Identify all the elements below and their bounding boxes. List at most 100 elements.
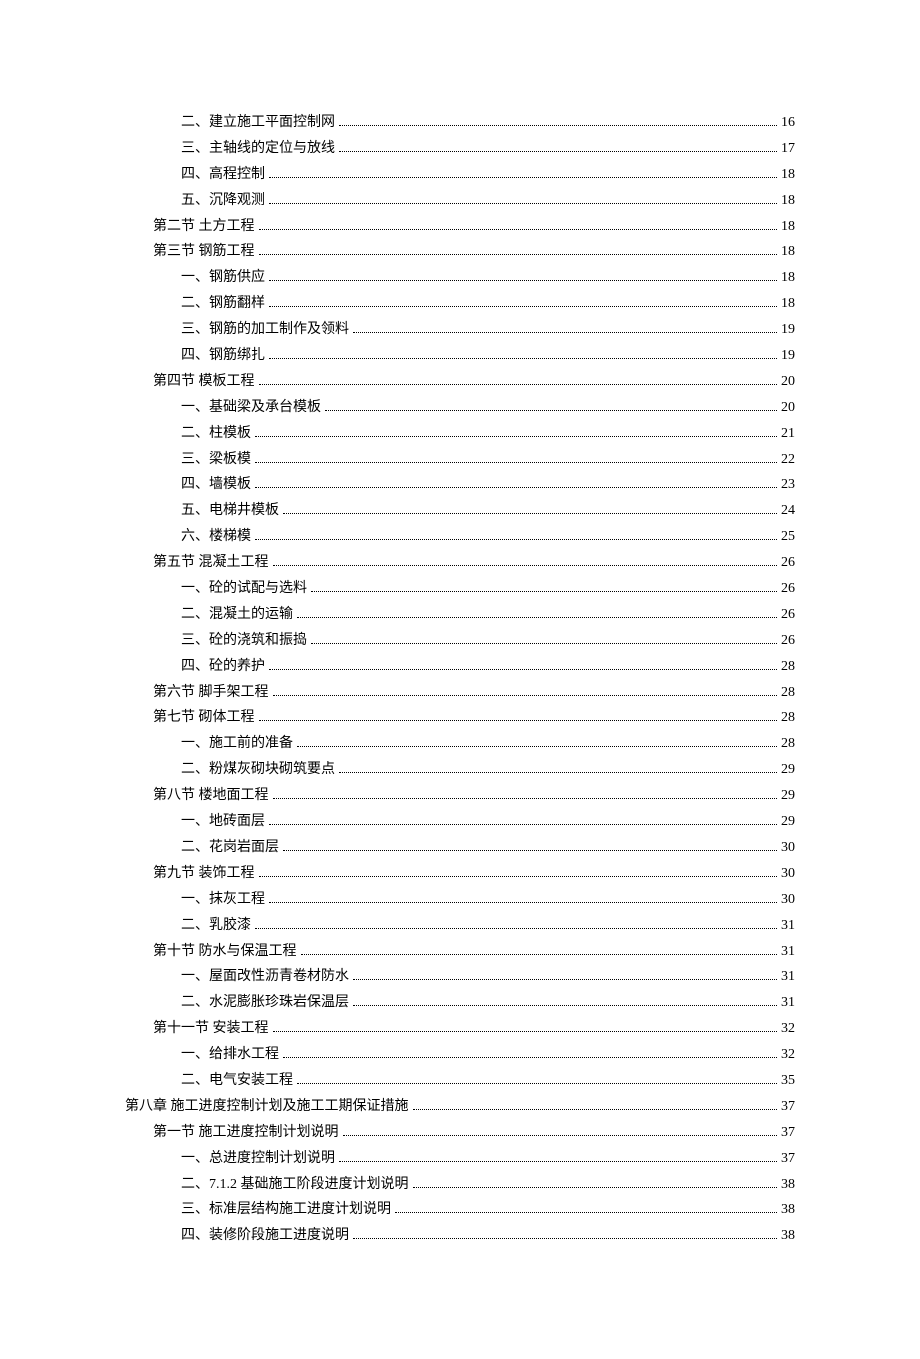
- toc-page-number: 29: [781, 757, 795, 783]
- toc-entry: 二、7.1.2 基础施工阶段进度计划说明 38: [125, 1172, 795, 1198]
- toc-leader-dots: [255, 529, 777, 540]
- toc-entry: 第六节 脚手架工程28: [125, 680, 795, 706]
- table-of-contents: 二、建立施工平面控制网16三、主轴线的定位与放线17四、高程控制18五、沉降观测…: [125, 110, 795, 1249]
- toc-label: 四、高程控制: [181, 162, 265, 188]
- toc-label: 二、水泥膨胀珍珠岩保温层: [181, 990, 349, 1016]
- toc-leader-dots: [269, 193, 777, 204]
- toc-page-number: 32: [781, 1016, 795, 1042]
- toc-leader-dots: [353, 995, 777, 1006]
- toc-leader-dots: [259, 245, 778, 256]
- toc-leader-dots: [259, 374, 778, 385]
- toc-leader-dots: [269, 892, 777, 903]
- toc-entry: 一、砼的试配与选料26: [125, 576, 795, 602]
- toc-label: 二、粉煤灰砌块砌筑要点: [181, 757, 335, 783]
- toc-label: 第三节 钢筋工程: [153, 239, 255, 265]
- toc-label: 二、电气安装工程: [181, 1068, 293, 1094]
- toc-page-number: 37: [781, 1146, 795, 1172]
- toc-entry: 二、钢筋翻样 18: [125, 291, 795, 317]
- toc-label: 四、钢筋绑扎: [181, 343, 265, 369]
- toc-entry: 五、沉降观测18: [125, 188, 795, 214]
- toc-entry: 二、建立施工平面控制网16: [125, 110, 795, 136]
- toc-label: 二、乳胶漆: [181, 913, 251, 939]
- toc-entry: 一、基础梁及承台模板20: [125, 395, 795, 421]
- toc-entry: 五、电梯井模板 24: [125, 498, 795, 524]
- toc-entry: 第二节 土方工程18: [125, 214, 795, 240]
- toc-label: 第十节 防水与保温工程: [153, 939, 297, 965]
- toc-entry: 第十一节 安装工程 32: [125, 1016, 795, 1042]
- toc-leader-dots: [353, 322, 777, 333]
- toc-label: 第十一节 安装工程: [153, 1016, 269, 1042]
- toc-leader-dots: [339, 141, 777, 152]
- toc-label: 第八节 楼地面工程: [153, 783, 269, 809]
- toc-leader-dots: [255, 426, 777, 437]
- toc-page-number: 18: [781, 265, 795, 291]
- toc-label: 三、梁板模: [181, 447, 251, 473]
- toc-page-number: 18: [781, 162, 795, 188]
- toc-leader-dots: [273, 1021, 778, 1032]
- toc-label: 二、7.1.2 基础施工阶段进度计划说明: [181, 1172, 409, 1198]
- toc-entry: 一、施工前的准备28: [125, 731, 795, 757]
- toc-page-number: 31: [781, 990, 795, 1016]
- toc-entry: 一、总进度控制计划说明 37: [125, 1146, 795, 1172]
- toc-entry: 四、高程控制 18: [125, 162, 795, 188]
- toc-entry: 三、砼的浇筑和振捣 26: [125, 628, 795, 654]
- toc-page-number: 18: [781, 239, 795, 265]
- toc-page-number: 38: [781, 1172, 795, 1198]
- toc-entry: 第一节 施工进度控制计划说明37: [125, 1120, 795, 1146]
- toc-entry: 一、屋面改性沥青卷材防水31: [125, 964, 795, 990]
- toc-label: 二、钢筋翻样: [181, 291, 265, 317]
- toc-leader-dots: [297, 1073, 777, 1084]
- toc-entry: 六、楼梯模25: [125, 524, 795, 550]
- toc-label: 三、主轴线的定位与放线: [181, 136, 335, 162]
- toc-leader-dots: [353, 1229, 777, 1240]
- toc-entry: 二、混凝土的运输26: [125, 602, 795, 628]
- toc-leader-dots: [259, 866, 778, 877]
- toc-page-number: 24: [781, 498, 795, 524]
- toc-label: 一、钢筋供应: [181, 265, 265, 291]
- toc-leader-dots: [273, 788, 778, 799]
- toc-leader-dots: [395, 1203, 777, 1214]
- toc-leader-dots: [301, 944, 778, 955]
- toc-label: 三、钢筋的加工制作及领料: [181, 317, 349, 343]
- toc-page-number: 26: [781, 628, 795, 654]
- toc-page-number: 17: [781, 136, 795, 162]
- toc-entry: 一、地砖面层29: [125, 809, 795, 835]
- toc-leader-dots: [353, 970, 777, 981]
- toc-entry: 二、花岗岩面层30: [125, 835, 795, 861]
- toc-label: 三、标准层结构施工进度计划说明: [181, 1197, 391, 1223]
- toc-page-number: 28: [781, 680, 795, 706]
- toc-leader-dots: [297, 607, 777, 618]
- toc-label: 三、砼的浇筑和振捣: [181, 628, 307, 654]
- toc-leader-dots: [255, 918, 777, 929]
- toc-label: 一、砼的试配与选料: [181, 576, 307, 602]
- toc-label: 五、电梯井模板: [181, 498, 279, 524]
- toc-label: 一、地砖面层: [181, 809, 265, 835]
- toc-leader-dots: [269, 814, 777, 825]
- toc-page-number: 37: [781, 1094, 795, 1120]
- toc-page-number: 20: [781, 369, 795, 395]
- toc-label: 第五节 混凝土工程: [153, 550, 269, 576]
- toc-label: 第七节 砌体工程: [153, 705, 255, 731]
- toc-label: 一、总进度控制计划说明: [181, 1146, 335, 1172]
- toc-page-number: 23: [781, 472, 795, 498]
- toc-label: 一、施工前的准备: [181, 731, 293, 757]
- toc-label: 二、柱模板: [181, 421, 251, 447]
- toc-label: 第二节 土方工程: [153, 214, 255, 240]
- toc-entry: 二、粉煤灰砌块砌筑要点 29: [125, 757, 795, 783]
- toc-page-number: 30: [781, 887, 795, 913]
- toc-label: 二、建立施工平面控制网: [181, 110, 335, 136]
- toc-entry: 二、乳胶漆31: [125, 913, 795, 939]
- toc-label: 二、混凝土的运输: [181, 602, 293, 628]
- toc-entry: 四、墙模板23: [125, 472, 795, 498]
- toc-page-number: 18: [781, 291, 795, 317]
- toc-page-number: 29: [781, 783, 795, 809]
- toc-leader-dots: [269, 348, 777, 359]
- toc-leader-dots: [339, 115, 777, 126]
- toc-page-number: 30: [781, 861, 795, 887]
- toc-page-number: 38: [781, 1197, 795, 1223]
- toc-page-number: 31: [781, 939, 795, 965]
- toc-leader-dots: [413, 1177, 778, 1188]
- toc-label: 第四节 模板工程: [153, 369, 255, 395]
- toc-entry: 一、钢筋供应 18: [125, 265, 795, 291]
- toc-entry: 第三节 钢筋工程 18: [125, 239, 795, 265]
